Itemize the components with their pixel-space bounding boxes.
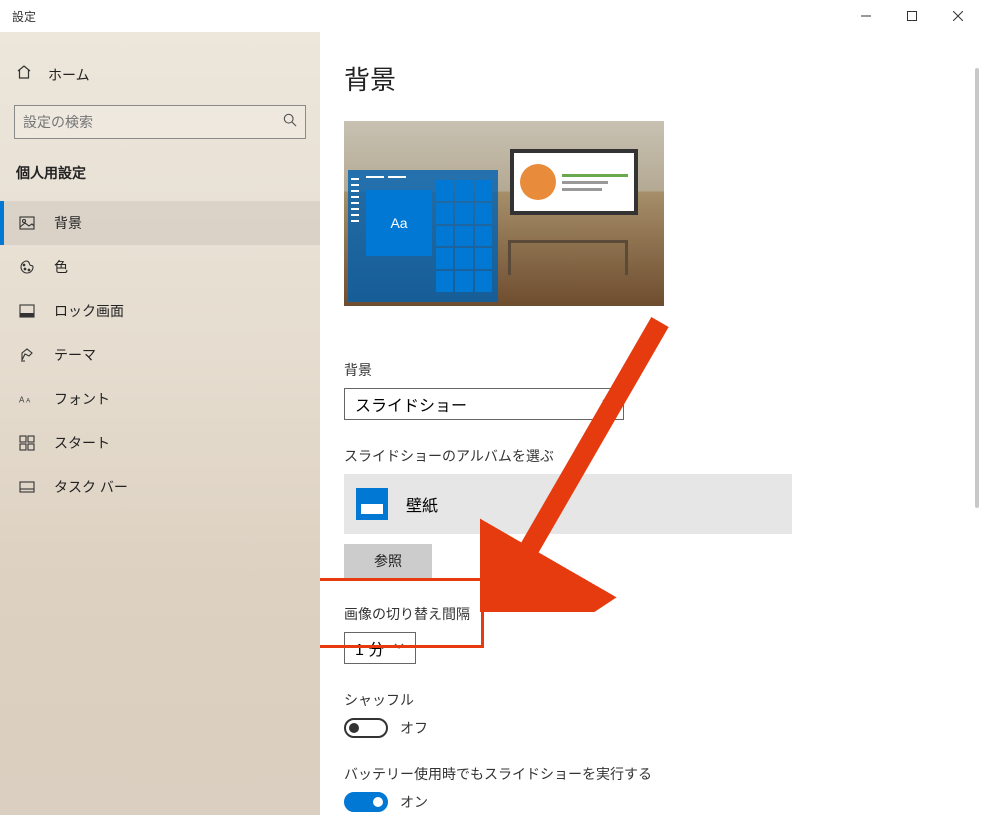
chevron-down-icon [601,395,613,413]
sidebar: ホーム 個人用設定 背景 色 ロック画面 テーマ [0,32,320,815]
background-label: 背景 [344,360,957,380]
chevron-down-icon [393,639,405,657]
taskbar-icon [18,479,36,495]
battery-state: オン [400,792,428,812]
search-input[interactable] [23,114,283,130]
album-row[interactable]: 壁紙 [344,474,792,534]
page-title: 背景 [344,60,957,97]
start-icon [18,435,36,451]
nav-start[interactable]: スタート [0,421,320,465]
scrollbar[interactable] [975,68,979,508]
svg-text:A: A [26,398,31,405]
picture-icon [18,215,36,231]
main-content: 背景 Aa 背景 スライドショー [320,32,981,815]
search-icon [283,113,297,132]
section-title: 個人用設定 [0,163,320,201]
album-value: 壁紙 [406,492,438,516]
folder-icon [356,488,388,520]
nav-colors[interactable]: 色 [0,245,320,289]
battery-toggle[interactable] [344,792,388,812]
palette-icon [18,259,36,275]
titlebar: 設定 [0,0,981,32]
font-icon: AA [18,391,36,407]
interval-value: 1 分 [355,636,384,660]
home-label: ホーム [48,65,90,85]
nav-themes[interactable]: テーマ [0,333,320,377]
shuffle-state: オフ [400,718,428,738]
theme-icon [18,347,36,363]
background-value: スライドショー [355,392,467,416]
interval-dropdown[interactable]: 1 分 [344,632,416,664]
close-button[interactable] [935,0,981,32]
battery-label: バッテリー使用時でもスライドショーを実行する [344,764,957,784]
preview-tile-aa: Aa [366,190,432,256]
album-label: スライドショーのアルバムを選ぶ [344,446,957,466]
nav-background[interactable]: 背景 [0,201,320,245]
home-icon [16,64,32,85]
maximize-button[interactable] [889,0,935,32]
minimize-button[interactable] [843,0,889,32]
nav-lockscreen[interactable]: ロック画面 [0,289,320,333]
background-dropdown[interactable]: スライドショー [344,388,624,420]
nav-fonts[interactable]: AA フォント [0,377,320,421]
shuffle-toggle[interactable] [344,718,388,738]
app-title: 設定 [12,8,36,25]
lockscreen-icon [18,303,36,319]
interval-label: 画像の切り替え間隔 [344,604,957,624]
browse-button[interactable]: 参照 [344,544,432,578]
svg-text:A: A [19,396,25,405]
home-link[interactable]: ホーム [0,56,320,105]
shuffle-label: シャッフル [344,690,957,710]
search-box[interactable] [14,105,306,139]
background-preview: Aa [344,121,664,306]
nav-taskbar[interactable]: タスク バー [0,465,320,509]
